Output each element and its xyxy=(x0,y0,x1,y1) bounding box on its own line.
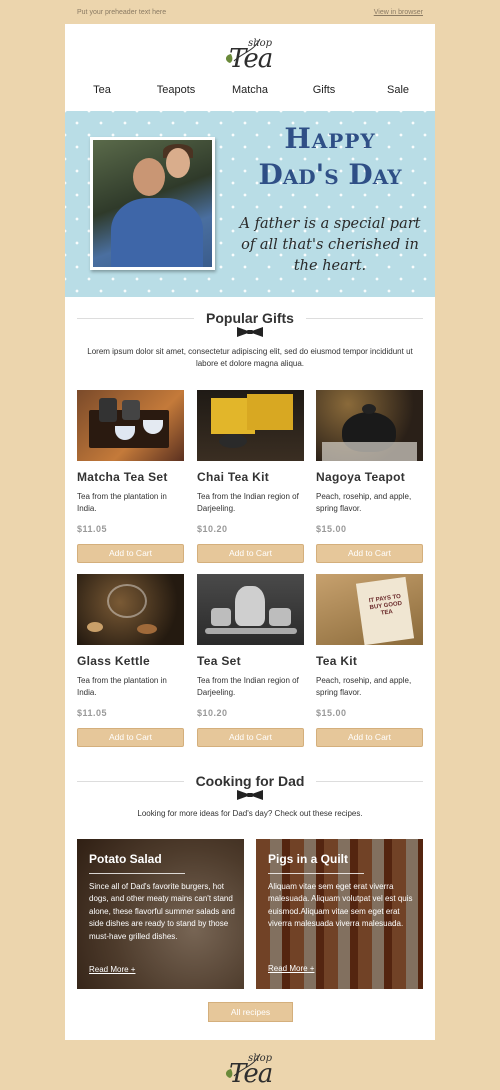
add-to-cart-button[interactable]: Add to Cart xyxy=(197,728,304,747)
add-to-cart-button[interactable]: Add to Cart xyxy=(316,728,423,747)
add-to-cart-button[interactable]: Add to Cart xyxy=(77,728,184,747)
shop-tea-logo[interactable]: shop Tea xyxy=(220,31,280,75)
product-name: Glass Kettle xyxy=(77,654,150,668)
product-card: Matcha Tea Set Tea from the plantation i… xyxy=(77,390,184,563)
hero-title-line1: Happy xyxy=(284,122,376,155)
product-image-glass-kettle[interactable] xyxy=(77,574,184,645)
product-name: Nagoya Teapot xyxy=(316,470,406,484)
recipe-text: Aliquam vitae sem eget erat viverra male… xyxy=(268,882,413,929)
logo-tea-text: Tea xyxy=(229,44,273,74)
main-nav: Tea Teapots Matcha Gifts Sale xyxy=(65,84,435,96)
popular-intro: Lorem ipsum dolor sit amet, consectetur … xyxy=(87,347,413,368)
recipe-card-potato-salad: Potato Salad Since all of Dad's favorite… xyxy=(77,839,244,989)
nav-item-tea[interactable]: Tea xyxy=(65,84,139,96)
hero-quote: A father is a special part of all that's… xyxy=(239,216,421,275)
product-image-nagoya-teapot[interactable] xyxy=(316,390,423,461)
product-name: Tea Kit xyxy=(316,654,358,668)
logo-tea-text: Tea xyxy=(229,1059,273,1089)
product-desc: Peach, rosehip, and apple, spring flavor… xyxy=(316,676,412,698)
recipe-card-pigs-in-a-quilt: Pigs in a Quilt Aliquam vitae sem eget e… xyxy=(256,839,423,989)
product-card: Nagoya Teapot Peach, rosehip, and apple,… xyxy=(316,390,423,563)
preheader-text: Put your preheader text here xyxy=(77,9,167,16)
product-price: $15.00 xyxy=(316,708,347,718)
product-card: Glass Kettle Tea from the plantation in … xyxy=(77,574,184,747)
product-desc: Tea from the plantation in India. xyxy=(77,676,167,698)
product-image-chai-tea-kit[interactable] xyxy=(197,390,304,461)
product-card: IT PAYS TO BUY GOOD TEA Tea Kit Peach, r… xyxy=(316,574,423,747)
add-to-cart-button[interactable]: Add to Cart xyxy=(77,544,184,563)
product-price: $11.05 xyxy=(77,524,108,534)
product-name: Chai Tea Kit xyxy=(197,470,270,484)
product-image-matcha-tea-set[interactable] xyxy=(77,390,184,461)
nav-item-teapots[interactable]: Teapots xyxy=(139,84,213,96)
product-price: $10.20 xyxy=(197,708,228,718)
popular-gifts-header: Popular Gifts xyxy=(77,310,423,326)
nav-item-matcha[interactable]: Matcha xyxy=(213,84,287,96)
read-more-link[interactable]: Read More + xyxy=(89,965,135,974)
nav-item-sale[interactable]: Sale xyxy=(361,84,435,96)
product-price: $11.05 xyxy=(77,708,108,718)
product-image-tea-set[interactable] xyxy=(197,574,304,645)
cooking-header: Cooking for Dad xyxy=(77,773,424,789)
product-name: Tea Set xyxy=(197,654,241,668)
product-price: $15.00 xyxy=(316,524,347,534)
view-in-browser-link[interactable]: View in browser xyxy=(374,9,423,16)
recipe-title: Pigs in a Quilt xyxy=(268,852,349,866)
hero-banner: Happy Dad's Day A father is a special pa… xyxy=(65,111,435,297)
recipe-title: Potato Salad xyxy=(89,852,162,866)
hero-title: Happy Dad's Day xyxy=(240,122,420,191)
add-to-cart-button[interactable]: Add to Cart xyxy=(197,544,304,563)
product-card: Chai Tea Kit Tea from the Indian region … xyxy=(197,390,304,563)
preheader-bar: Put your preheader text here View in bro… xyxy=(77,9,423,16)
product-desc: Peach, rosehip, and apple, spring flavor… xyxy=(316,492,412,514)
nav-item-gifts[interactable]: Gifts xyxy=(287,84,361,96)
product-card: Tea Set Tea from the Indian region of Da… xyxy=(197,574,304,747)
product-name: Matcha Tea Set xyxy=(77,470,168,484)
popular-gifts-title: Popular Gifts xyxy=(206,310,294,326)
product-desc: Tea from the Indian region of Darjeeling… xyxy=(197,676,299,698)
cooking-title: Cooking for Dad xyxy=(195,773,305,789)
bowtie-icon xyxy=(236,789,264,801)
recipe-text: Since all of Dad's favorite burgers, hot… xyxy=(89,882,235,941)
bowtie-icon xyxy=(236,326,264,338)
footer-shop-tea-logo[interactable]: shop Tea xyxy=(220,1048,280,1089)
product-desc: Tea from the Indian region of Darjeeling… xyxy=(197,492,299,514)
product-image-tea-kit[interactable]: IT PAYS TO BUY GOOD TEA xyxy=(316,574,423,645)
hero-photo xyxy=(90,137,215,270)
add-to-cart-button[interactable]: Add to Cart xyxy=(316,544,423,563)
cooking-intro: Looking for more ideas for Dad's day? Ch… xyxy=(137,809,363,818)
hero-title-line2: Dad's Day xyxy=(258,157,402,191)
product-desc: Tea from the plantation in India. xyxy=(77,492,167,514)
read-more-link[interactable]: Read More + xyxy=(268,964,314,973)
all-recipes-button[interactable]: All recipes xyxy=(208,1002,293,1022)
product-price: $10.20 xyxy=(197,524,228,534)
